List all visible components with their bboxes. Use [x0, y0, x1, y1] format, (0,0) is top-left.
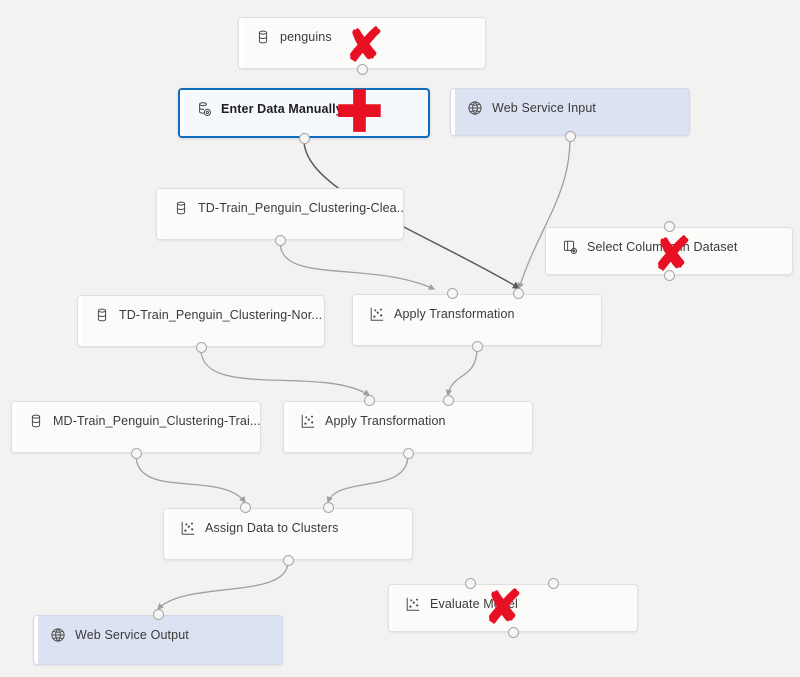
transformation-icon — [406, 597, 420, 611]
edge-td-clean-to-apply1[interactable] — [279, 241, 436, 290]
dataset-icon — [97, 308, 107, 322]
node-label: TD-Train_Penguin_Clustering-Nor... — [119, 308, 323, 322]
globe-icon — [51, 628, 65, 642]
output-port-td-train-penguin-clustering-nor-0[interactable] — [195, 342, 207, 353]
node-assign-data-to-clusters[interactable]: Assign Data to Clusters — [163, 508, 413, 560]
output-port-assign-data-to-clusters-0[interactable] — [282, 555, 294, 566]
node-web-service-input[interactable]: Web Service Input — [450, 88, 690, 136]
node-label: TD-Train_Penguin_Clustering-Clea... — [198, 201, 404, 215]
node-label: Apply Transformation — [394, 307, 515, 321]
select-columns-icon — [563, 240, 577, 254]
node-header: TD-Train_Penguin_Clustering-Nor... — [82, 296, 324, 334]
node-header: TD-Train_Penguin_Clustering-Clea... — [161, 189, 403, 227]
marker-select-columns: ✘ — [653, 228, 692, 280]
marker-penguins: ✘ — [345, 19, 384, 71]
node-label: Web Service Output — [75, 628, 189, 642]
enter-data-icon — [199, 102, 211, 116]
transformation-icon — [181, 521, 195, 535]
dataset-icon — [258, 30, 268, 44]
node-label: Web Service Input — [492, 101, 597, 115]
node-md-train-penguin-clustering-trai[interactable]: MD-Train_Penguin_Clustering-Trai... — [11, 401, 261, 453]
node-web-service-output[interactable]: Web Service Output — [33, 615, 283, 665]
node-apply-transformation-2[interactable]: Apply Transformation — [283, 401, 533, 453]
output-port-web-service-input-0[interactable] — [564, 131, 576, 142]
input-port-apply-transformation-1-1[interactable] — [512, 288, 524, 299]
dataset-icon — [31, 414, 41, 428]
node-header: MD-Train_Penguin_Clustering-Trai... — [16, 402, 260, 440]
output-port-td-train-penguin-clustering-clean-0[interactable] — [274, 235, 286, 246]
edge-td-nor-to-apply2[interactable] — [200, 348, 371, 396]
node-header: Apply Transformation — [357, 295, 601, 333]
output-port-md-train-penguin-clustering-trai-0[interactable] — [130, 448, 142, 459]
node-header: Enter Data Manually — [184, 90, 428, 128]
input-port-evaluate-model-1[interactable] — [547, 578, 559, 589]
input-port-apply-transformation-2-1[interactable] — [442, 395, 454, 406]
node-header: Web Service Output — [38, 616, 282, 654]
output-port-apply-transformation-1-0[interactable] — [471, 341, 483, 352]
node-enter-data-manually[interactable]: Enter Data Manually — [178, 88, 430, 138]
input-port-apply-transformation-2-0[interactable] — [363, 395, 375, 406]
output-port-enter-data-manually-0[interactable] — [298, 133, 310, 144]
input-port-assign-data-to-clusters-1[interactable] — [322, 502, 334, 513]
pipeline-canvas[interactable]: penguins Enter Data Manually Web Service I… — [0, 0, 800, 677]
node-header: Assign Data to Clusters — [168, 509, 412, 547]
output-port-apply-transformation-2-0[interactable] — [402, 448, 414, 459]
node-label: penguins — [280, 30, 332, 44]
edge-assign-to-web-service-output[interactable] — [157, 561, 289, 610]
edge-apply2-to-assign[interactable] — [326, 454, 409, 504]
marker-enter-data: ✚ — [336, 80, 383, 143]
node-td-train-penguin-clustering-clean[interactable]: TD-Train_Penguin_Clustering-Clea... — [156, 188, 404, 240]
globe-icon — [468, 101, 482, 115]
node-header: Web Service Input — [455, 89, 689, 127]
dataset-icon — [176, 201, 186, 215]
node-label: Enter Data Manually — [221, 102, 343, 116]
node-apply-transformation-1[interactable]: Apply Transformation — [352, 294, 602, 346]
node-label: Apply Transformation — [325, 414, 446, 428]
node-header: Apply Transformation — [288, 402, 532, 440]
node-label: Assign Data to Clusters — [205, 521, 339, 535]
transformation-icon — [301, 414, 315, 428]
edge-apply1-to-apply2[interactable] — [445, 347, 478, 397]
node-td-train-penguin-clustering-nor[interactable]: TD-Train_Penguin_Clustering-Nor... — [77, 295, 325, 347]
input-port-assign-data-to-clusters-0[interactable] — [240, 502, 251, 513]
transformation-icon — [370, 307, 384, 321]
marker-evaluate-model: ✘ — [484, 581, 523, 633]
input-port-apply-transformation-1-0[interactable] — [446, 288, 458, 299]
edge-md-train-to-assign[interactable] — [135, 454, 246, 504]
node-label: MD-Train_Penguin_Clustering-Trai... — [53, 414, 261, 428]
input-port-evaluate-model-0[interactable] — [465, 578, 476, 589]
input-port-web-service-output-0[interactable] — [152, 609, 164, 620]
